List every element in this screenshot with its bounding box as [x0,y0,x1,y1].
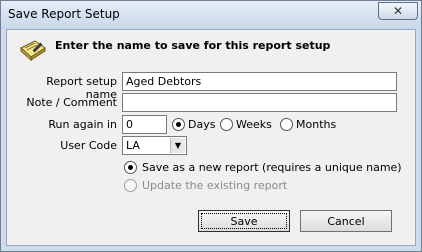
months-radio[interactable] [280,118,293,131]
chevron-down-icon[interactable]: ▼ [170,138,185,153]
close-icon: ✕ [392,4,404,18]
save-as-new-radio[interactable] [124,161,137,174]
title-bar: Save Report Setup ✕ [1,1,421,29]
window-title: Save Report Setup [8,7,120,21]
dialog-body: Enter the name to save for this report s… [6,29,416,246]
weeks-radio-label[interactable]: Weeks [236,118,272,131]
run-again-label: Run again in [48,118,117,131]
report-setup-name-input[interactable] [122,72,397,91]
save-as-new-label[interactable]: Save as a new report (requires a unique … [142,161,402,174]
months-radio-label[interactable]: Months [296,118,336,131]
days-radio-label[interactable]: Days [188,118,215,131]
header-instruction: Enter the name to save for this report s… [55,39,331,52]
save-report-setup-dialog: Save Report Setup ✕ Enter the name to sa… [0,0,422,252]
weeks-radio[interactable] [220,118,233,131]
update-existing-label: Update the existing report [142,179,288,192]
cancel-button[interactable]: Cancel [300,210,392,232]
note-comment-input[interactable] [122,93,397,112]
notebook-pencil-icon [20,40,46,62]
update-existing-radio [124,179,137,192]
days-radio[interactable] [172,118,185,131]
run-again-input[interactable] [122,115,167,134]
user-code-value: LA [126,139,140,152]
note-comment-label: Note / Comment [26,96,117,109]
close-button[interactable]: ✕ [378,2,418,20]
save-button[interactable]: Save [198,210,290,232]
user-code-label: User Code [60,139,117,152]
user-code-select[interactable]: LA ▼ [122,136,187,155]
